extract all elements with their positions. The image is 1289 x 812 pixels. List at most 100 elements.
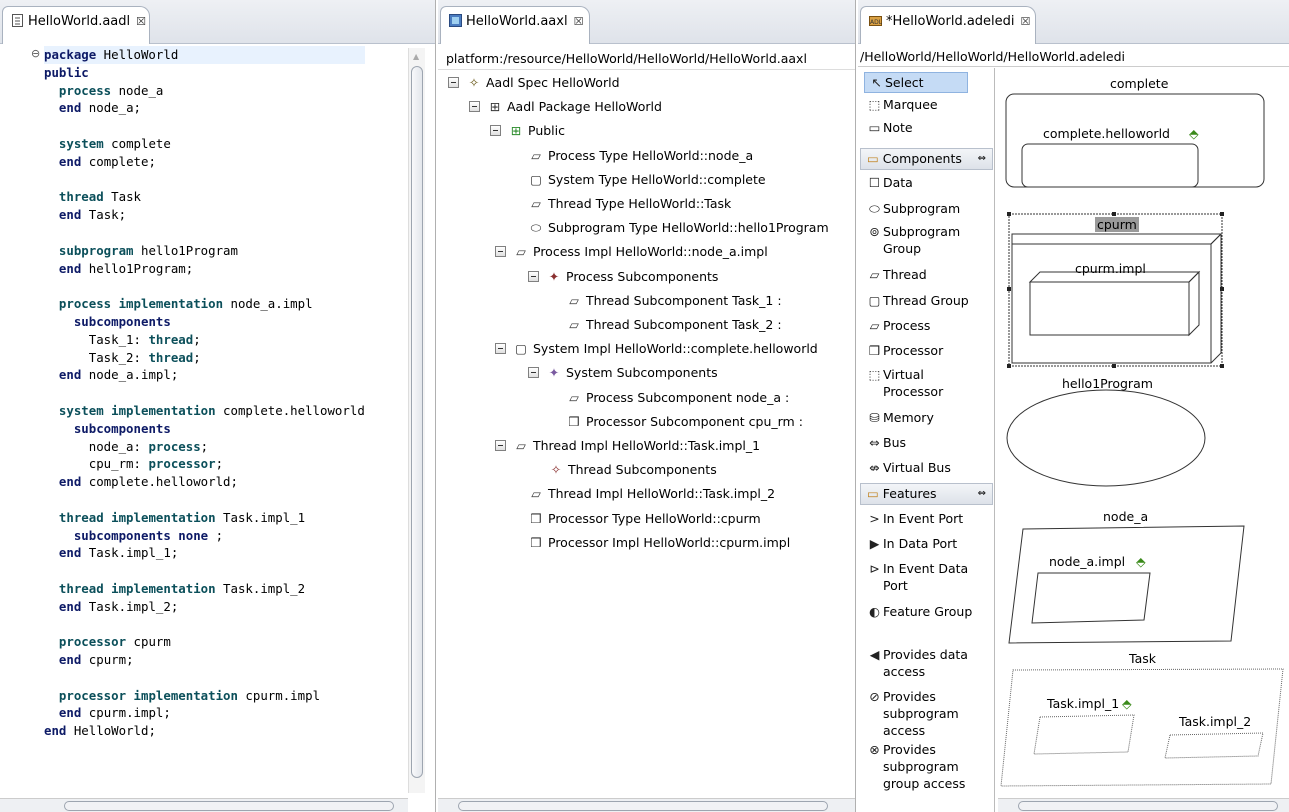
code-line[interactable] — [44, 117, 365, 135]
code-line[interactable] — [44, 562, 365, 580]
code-line[interactable]: processor implementation cpurm.impl — [44, 687, 365, 705]
horizontal-scrollbar[interactable] — [998, 798, 1289, 812]
collapse-toggle-icon[interactable] — [495, 440, 506, 451]
tab-helloworld-aadl[interactable]: HelloWorld.aadl ☒ — [2, 6, 150, 44]
palette-item-virtual-processor[interactable]: ⬚ Virtual Processor — [866, 366, 991, 400]
code-line[interactable]: thread implementation Task.impl_2 — [44, 580, 365, 598]
code-line[interactable]: end Task.impl_2; — [44, 598, 365, 616]
palette-item-subprogram[interactable]: ⬭ Subprogram — [866, 200, 991, 217]
collapse-toggle-icon[interactable] — [528, 367, 539, 379]
palette-item-in-event-data-port[interactable]: ⊳ In Event Data Port — [866, 560, 991, 594]
scroll-thumb[interactable] — [64, 801, 394, 811]
collapse-toggle-icon[interactable] — [469, 101, 480, 113]
code-line[interactable]: thread implementation Task.impl_1 — [44, 509, 365, 527]
scroll-thumb[interactable] — [411, 66, 423, 778]
code-line[interactable] — [44, 616, 365, 634]
palette-item-processor[interactable]: ❒ Processor — [866, 342, 991, 359]
palette-item-data[interactable]: ☐ Data — [866, 174, 991, 191]
components-drawer[interactable]: ▭ Components ⇔ — [860, 148, 993, 170]
code-line[interactable]: end cpurm; — [44, 651, 365, 669]
code-line[interactable] — [44, 171, 365, 189]
palette-item-virtual-bus[interactable]: ⇎ Virtual Bus — [866, 459, 991, 476]
features-drawer[interactable]: ▭ Features ⇔ — [860, 483, 993, 505]
close-icon[interactable]: ☒ — [136, 15, 146, 28]
tree-node[interactable]: ▱ Process Type HelloWorld::node_a — [528, 145, 753, 167]
diagram-canvas[interactable]: complete complete.helloworld ⬘ cpurm cpu… — [998, 68, 1289, 812]
tree-node[interactable]: ⊞ Aadl Package HelloWorld — [469, 96, 662, 118]
tree-node[interactable]: ▱ Thread Subcomponent Task_2 : — [566, 314, 781, 336]
code-line[interactable] — [44, 277, 365, 295]
code-line[interactable]: end node_a; — [44, 99, 365, 117]
tree-node[interactable]: ▱ Thread Impl HelloWorld::Task.impl_1 — [495, 435, 760, 457]
palette-item-select[interactable]: ↖ Select — [864, 72, 968, 93]
tab-helloworld-adeledi[interactable]: ADL *HelloWorld.adeledi ☒ — [860, 6, 1036, 44]
code-line[interactable]: thread Task — [44, 188, 365, 206]
palette-item-thread[interactable]: ▱ Thread — [866, 266, 991, 283]
tree-node[interactable]: ❒ Processor Impl HelloWorld::cpurm.impl — [528, 532, 790, 554]
code-line[interactable] — [44, 669, 365, 687]
collapse-toggle-icon[interactable] — [528, 270, 539, 282]
code-line[interactable]: subprogram hello1Program — [44, 242, 365, 260]
tree-node[interactable]: ▱ Thread Type HelloWorld::Task — [528, 193, 731, 215]
tree-node[interactable]: ⬭ Subprogram Type HelloWorld::hello1Progr… — [528, 217, 829, 239]
tab-helloworld-aaxl[interactable]: HelloWorld.aaxl ☒ — [440, 6, 590, 44]
code-line[interactable]: node_a: process; — [44, 438, 365, 456]
collapse-toggle-icon[interactable] — [495, 343, 506, 355]
tree-node[interactable]: ❒ Processor Type HelloWorld::cpurm — [528, 508, 760, 530]
code-line[interactable] — [44, 384, 365, 402]
code-area[interactable]: package HelloWorld public process node_a … — [44, 46, 365, 740]
tree-node[interactable]: ▱ Process Subcomponent node_a : — [566, 387, 789, 409]
code-line[interactable]: end cpurm.impl; — [44, 704, 365, 722]
code-line[interactable]: subcomponents — [44, 313, 365, 331]
palette-item-marquee[interactable]: ⬚ Marquee — [866, 96, 991, 113]
scroll-thumb[interactable] — [458, 801, 828, 811]
palette-item-bus[interactable]: ⇔ Bus — [866, 434, 991, 451]
collapse-toggle-icon[interactable] — [448, 77, 459, 88]
tree-node[interactable]: ❒ Processor Subcomponent cpu_rm : — [566, 411, 803, 433]
code-line[interactable]: end complete.helloworld; — [44, 473, 365, 491]
tree-node[interactable]: ▢ System Type HelloWorld::complete — [528, 169, 766, 191]
palette-item-note[interactable]: ▭ Note — [866, 119, 991, 136]
tree-node[interactable]: ✦ System Subcomponents — [528, 362, 718, 384]
code-line[interactable]: Task_2: thread; — [44, 349, 365, 367]
collapse-drawer-icon[interactable]: ⇔ — [978, 149, 986, 169]
palette-item-in-data-port[interactable]: ▶ In Data Port — [866, 535, 991, 552]
palette-item-provides-subprogram-group-access[interactable]: ⊗ Provides subprogram group access — [866, 741, 991, 792]
palette-item-subprogram-group[interactable]: ⊚ Subprogram Group — [866, 223, 991, 257]
palette-item-provides-subprogram-access[interactable]: ⊘ Provides subprogram access — [866, 688, 991, 739]
code-line[interactable]: end node_a.impl; — [44, 366, 365, 384]
collapse-drawer-icon[interactable]: ⇔ — [978, 484, 986, 504]
tree-node[interactable]: ✧ Aadl Spec HelloWorld — [448, 72, 620, 94]
code-line[interactable]: subcomponents — [44, 420, 365, 438]
code-line[interactable]: system complete — [44, 135, 365, 153]
collapse-toggle-icon[interactable] — [490, 125, 501, 137]
tree-node[interactable]: ✦ Process Subcomponents — [528, 266, 718, 288]
code-line[interactable]: system implementation complete.helloworl… — [44, 402, 365, 420]
palette-item-thread-group[interactable]: ▢ Thread Group — [866, 292, 991, 309]
vertical-scrollbar[interactable]: ▲ — [408, 48, 425, 793]
code-line[interactable]: end Task; — [44, 206, 365, 224]
tree-node[interactable]: ▱ Process Impl HelloWorld::node_a.impl — [495, 241, 768, 263]
close-icon[interactable]: ☒ — [1021, 15, 1031, 28]
tree-node[interactable]: ✧ Thread Subcomponents — [548, 459, 717, 481]
code-line[interactable]: Task_1: thread; — [44, 331, 365, 349]
tree-node[interactable]: ⊞ Public — [490, 120, 565, 142]
code-line[interactable]: end hello1Program; — [44, 260, 365, 278]
code-line[interactable]: end HelloWorld; — [44, 722, 365, 740]
collapse-toggle-icon[interactable] — [495, 246, 506, 258]
tree-node[interactable]: ▱ Thread Subcomponent Task_1 : — [566, 290, 781, 312]
horizontal-scrollbar[interactable] — [438, 798, 855, 812]
close-icon[interactable]: ☒ — [574, 15, 584, 28]
code-line[interactable]: processor cpurm — [44, 633, 365, 651]
collapse-icon[interactable]: ⊖ — [31, 47, 40, 60]
palette-item-memory[interactable]: ⛁ Memory — [866, 409, 991, 426]
scroll-up-arrow-icon[interactable]: ▲ — [413, 52, 419, 61]
code-line[interactable]: cpu_rm: processor; — [44, 455, 365, 473]
code-line[interactable] — [44, 491, 365, 509]
scroll-thumb[interactable] — [1018, 801, 1278, 811]
tree-node[interactable]: ▱ Thread Impl HelloWorld::Task.impl_2 — [528, 483, 775, 505]
code-line[interactable]: package HelloWorld — [44, 46, 365, 64]
code-line[interactable]: subcomponents none ; — [44, 527, 365, 545]
palette-item-process[interactable]: ▱ Process — [866, 317, 991, 334]
palette-item-in-event-port[interactable]: > In Event Port — [866, 510, 991, 527]
